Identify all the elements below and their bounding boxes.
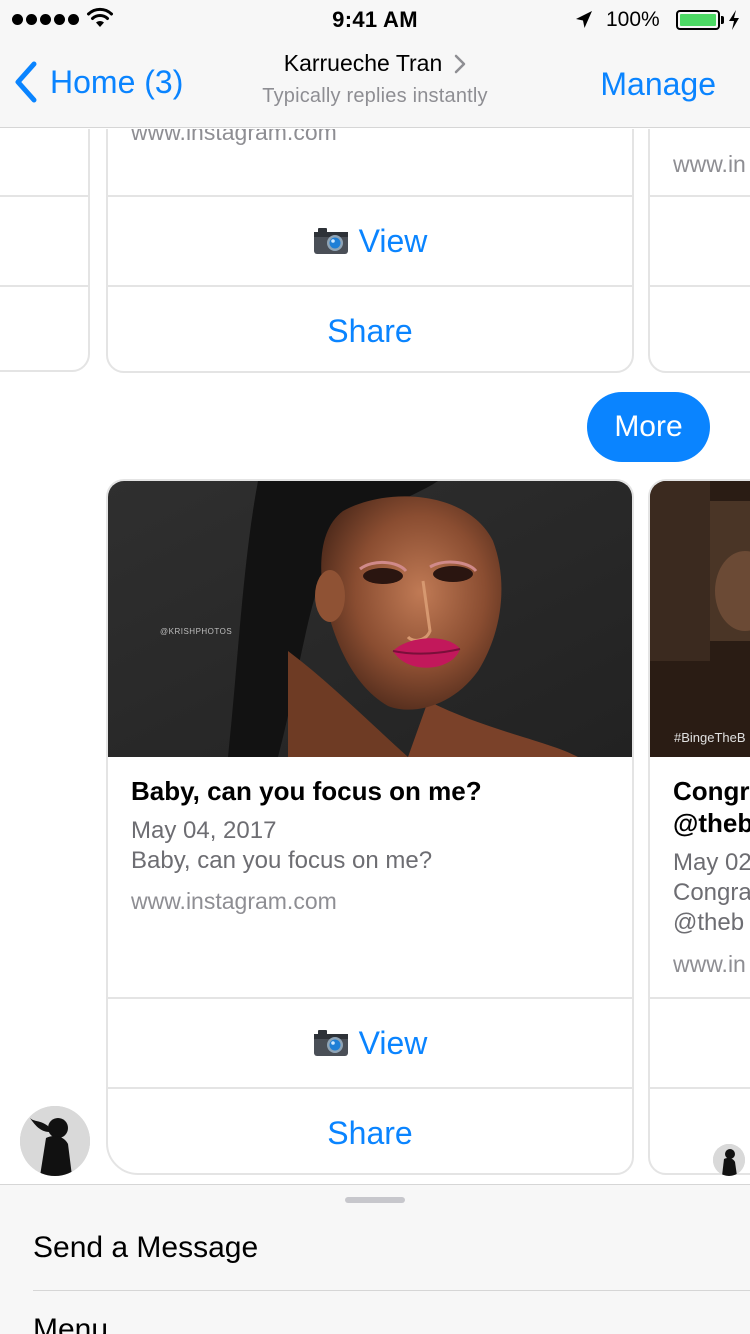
card-row[interactable]	[650, 997, 750, 1087]
avatar-photo	[713, 1144, 745, 1176]
card-row[interactable]	[0, 285, 88, 370]
card-link: www.instagram.com	[131, 888, 337, 914]
share-label: Share	[327, 1114, 413, 1151]
card-caption-line-2: @theb	[673, 909, 745, 936]
card-title-line-1: Congr	[673, 776, 750, 806]
photo-watermark: #BingeTheB	[674, 730, 746, 745]
reply-status: Typically replies instantly	[262, 85, 488, 107]
card-title-line-2: @theb	[673, 808, 750, 838]
back-button[interactable]: Home (3)	[14, 60, 183, 104]
conversation-header[interactable]: Karrueche Tran Typically replies instant…	[200, 50, 550, 108]
card-link: www.instagram.com	[131, 129, 337, 145]
portrait-image: @KRISHPHOTOS	[108, 481, 632, 757]
share-button[interactable]: Share	[108, 1087, 632, 1173]
card-caption-line-1: Congra	[673, 879, 750, 906]
carousel-card-next[interactable]: www.in	[648, 129, 750, 373]
view-label: View	[358, 1024, 428, 1061]
composer-menu-sheet: Send a Message Menu	[0, 1184, 750, 1334]
chevron-right-icon	[455, 54, 466, 73]
contact-avatar[interactable]	[20, 1106, 90, 1176]
share-label: Share	[327, 312, 413, 349]
charging-bolt-icon	[729, 10, 739, 30]
camera-icon	[313, 228, 348, 254]
contact-name: Karrueche Tran	[283, 50, 443, 76]
carousel-card-next[interactable]: #BingeTheB Congr @theb May 02 Congra @th…	[648, 479, 750, 1175]
card-date: May 04, 2017	[131, 817, 277, 844]
battery-tip	[721, 16, 724, 24]
camera-icon	[313, 1030, 348, 1056]
back-label: Home (3)	[50, 63, 184, 100]
photo-watermark: @KRISHPHOTOS	[160, 627, 232, 636]
card-title: Baby, can you focus on me?	[131, 776, 482, 806]
menu-item[interactable]: Menu	[33, 1313, 108, 1334]
send-message-item[interactable]: Send a Message	[33, 1231, 258, 1265]
card-row[interactable]	[650, 285, 750, 371]
battery-percent: 100%	[606, 8, 660, 31]
card-row[interactable]	[0, 195, 88, 285]
view-label: View	[358, 222, 428, 259]
chevron-left-icon	[15, 61, 37, 103]
card-date: May 02	[673, 849, 750, 876]
sent-message-bubble[interactable]: More	[587, 392, 710, 462]
sheet-grabber-handle[interactable]	[345, 1197, 405, 1203]
view-button[interactable]: View	[108, 997, 632, 1087]
video-still-image: #BingeTheB	[650, 481, 750, 757]
card-caption: Baby, can you focus on me?	[131, 847, 433, 874]
chat-thread[interactable]: www.instagram.com View Share www.in More	[0, 129, 750, 1184]
sheet-divider	[33, 1290, 750, 1291]
carousel-card[interactable]: @KRISHPHOTOS Baby, can you focus on me? …	[106, 479, 634, 1175]
avatar-photo	[20, 1106, 90, 1176]
status-bar: 9:41 AM 100%	[0, 0, 750, 40]
carousel-card[interactable]: www.instagram.com View Share	[106, 129, 634, 373]
navigation-bar: Home (3) Karrueche Tran Typically replie…	[0, 40, 750, 128]
card-link: www.in	[673, 151, 746, 177]
battery-icon	[676, 10, 720, 30]
read-receipt-avatar	[713, 1144, 745, 1176]
view-button[interactable]: View	[108, 195, 632, 285]
post-photo[interactable]: #BingeTheB	[650, 481, 750, 757]
location-arrow-icon	[576, 11, 592, 28]
post-photo[interactable]: @KRISHPHOTOS	[108, 481, 632, 757]
card-link: www.in	[673, 951, 746, 977]
card-row[interactable]	[650, 195, 750, 285]
share-button[interactable]: Share	[108, 285, 632, 371]
carousel-card-previous[interactable]	[0, 129, 90, 372]
manage-button[interactable]: Manage	[600, 66, 716, 103]
